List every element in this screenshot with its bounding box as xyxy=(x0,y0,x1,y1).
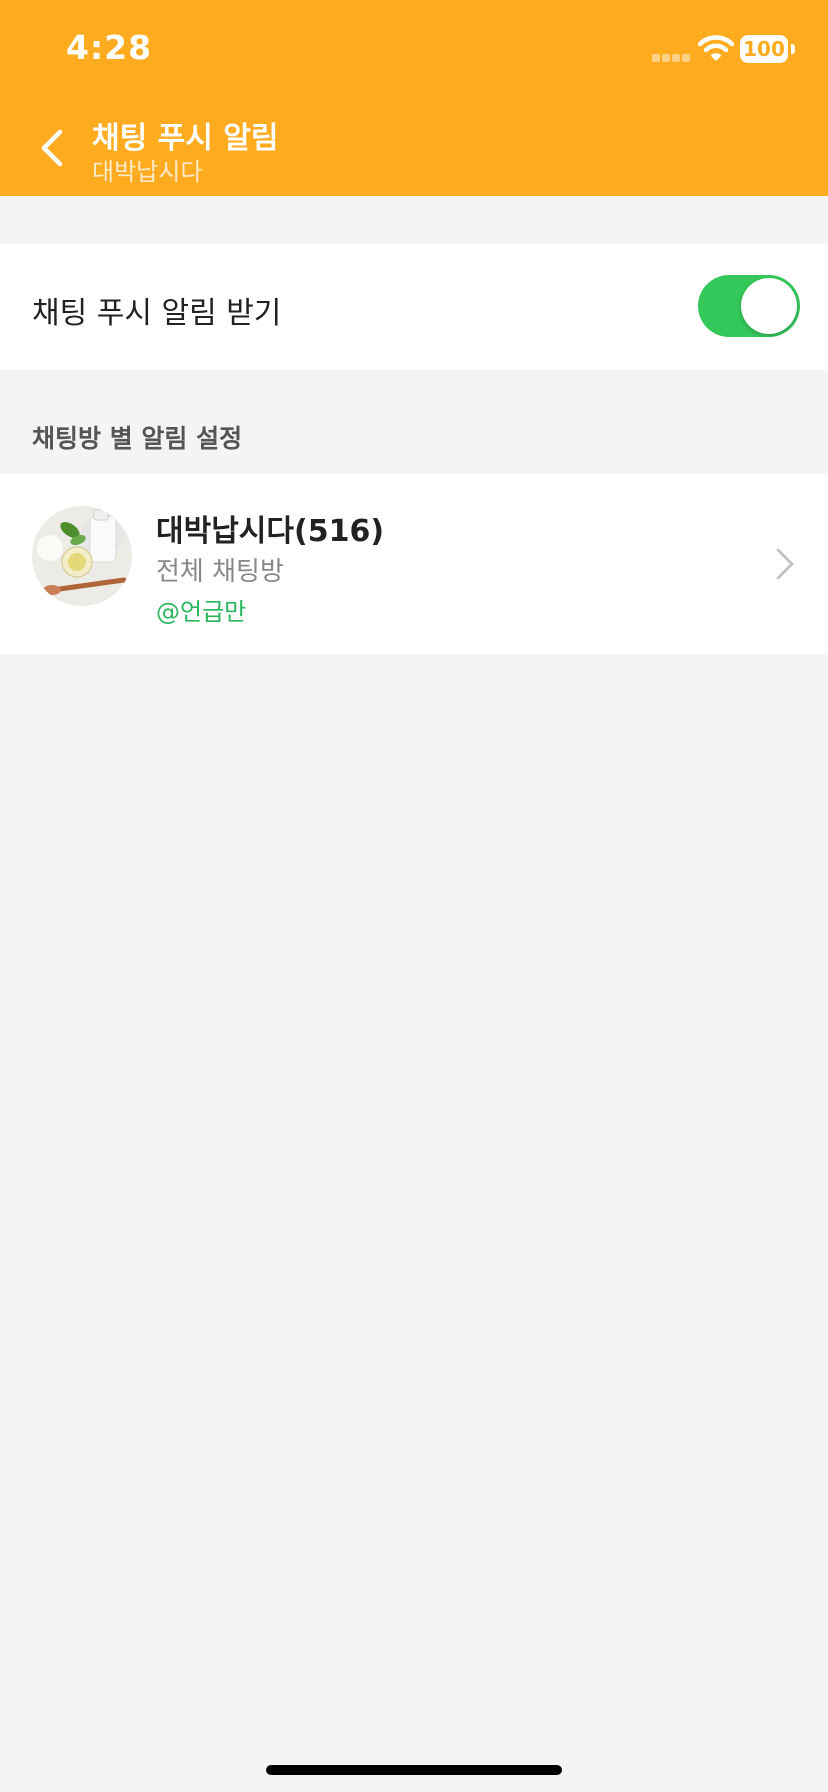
page-title: 채팅 푸시 알림 xyxy=(92,121,279,156)
room-notification-mode: @언급만 xyxy=(156,598,247,626)
push-toggle[interactable] xyxy=(698,275,800,337)
page-subtitle: 대박납시다 xyxy=(92,158,203,186)
wifi-icon xyxy=(697,34,735,64)
room-type: 전체 채팅방 xyxy=(156,557,284,587)
push-setting-label: 채팅 푸시 알림 받기 xyxy=(32,296,282,331)
chevron-right-icon xyxy=(774,546,796,582)
home-indicator[interactable] xyxy=(266,1765,562,1775)
push-setting-row: 채팅 푸시 알림 받기 xyxy=(0,244,828,370)
back-button[interactable] xyxy=(30,120,78,176)
room-avatar xyxy=(32,506,132,606)
chat-room-row[interactable]: 대박납시다(516) 전체 채팅방 @언급만 xyxy=(0,474,828,654)
chevron-left-icon xyxy=(41,129,63,167)
section-title: 채팅방 별 알림 설정 xyxy=(32,424,243,453)
status-time: 4:28 xyxy=(66,28,153,67)
battery-icon: 100 xyxy=(740,35,788,63)
cellular-signal-icon xyxy=(652,54,692,62)
toggle-knob xyxy=(741,278,797,334)
room-name: 대박납시다(516) xyxy=(156,514,385,549)
battery-nub xyxy=(791,44,795,54)
navigation-header: 4:28 100 채팅 푸시 알림 대박납시다 xyxy=(0,0,828,196)
